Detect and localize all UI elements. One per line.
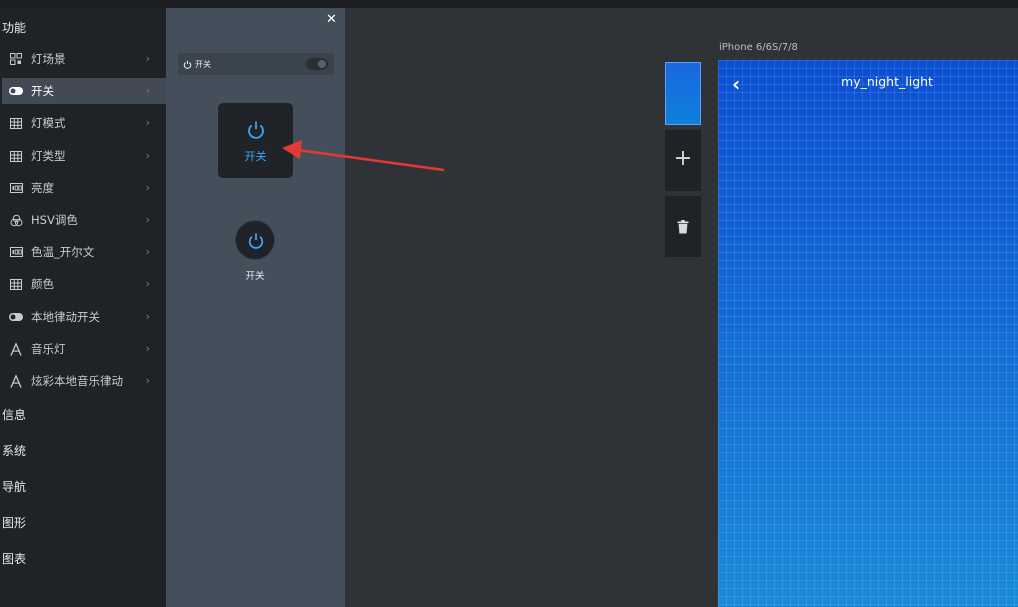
chevron-right-icon: ›: [145, 116, 150, 129]
power-icon: [248, 233, 264, 249]
plus-icon: +: [673, 146, 693, 171]
section-features-title[interactable]: 功能: [2, 19, 26, 36]
section-system-title[interactable]: 系统: [2, 442, 26, 459]
switch-toggle-component[interactable]: 开关: [178, 53, 334, 75]
power-icon: [183, 60, 192, 69]
device-label: iPhone 6/6S/7/8: [719, 42, 798, 53]
sidebar-item-local-rhythm[interactable]: 本地律动开关 ›: [2, 304, 166, 330]
sidebar-item-light-type[interactable]: 灯类型 ›: [2, 143, 166, 169]
toggle-icon: [9, 310, 23, 324]
component-panel: [166, 8, 345, 607]
delete-page-button[interactable]: [665, 196, 701, 257]
sidebar-item-label: 颜色: [31, 277, 54, 291]
sidebar-item-switch[interactable]: 开关 ›: [2, 78, 166, 104]
sidebar-item-hsv[interactable]: HSV调色 ›: [2, 207, 166, 233]
trash-icon: [677, 220, 689, 234]
power-icon: [248, 121, 264, 139]
switch-card-label: 开关: [244, 150, 267, 163]
sidebar-item-label: 灯模式: [31, 116, 66, 130]
section-navigation-title[interactable]: 导航: [2, 478, 26, 495]
toggle-switch[interactable]: [306, 58, 328, 70]
sidebar-item-label: 开关: [31, 84, 54, 98]
table-grid-icon: [9, 149, 23, 163]
sidebar-item-label: 亮度: [31, 181, 54, 195]
sidebar-item-label: 炫彩本地音乐律动: [31, 374, 123, 388]
close-panel-button[interactable]: ✕: [326, 12, 337, 27]
toggle-icon: [9, 84, 23, 98]
chevron-right-icon: ›: [145, 245, 150, 258]
sidebar-item-label: 本地律动开关: [31, 310, 100, 324]
section-charts-title[interactable]: 图表: [2, 550, 26, 567]
sidebar-item-colorful-music-rhythm[interactable]: 炫彩本地音乐律动 ›: [2, 368, 166, 394]
sidebar-item-color[interactable]: 颜色 ›: [2, 271, 166, 297]
sidebar-item-label: HSV调色: [31, 213, 78, 227]
page-thumbnail[interactable]: [665, 62, 701, 125]
chevron-right-icon: ›: [145, 342, 150, 355]
switch-toggle-label: 开关: [195, 59, 211, 69]
chevron-right-icon: ›: [145, 310, 150, 323]
add-page-button[interactable]: +: [665, 130, 701, 191]
letter-a-icon: [9, 342, 23, 356]
color-circles-icon: [9, 213, 23, 227]
sidebar-item-color-temp[interactable]: 色温_开尔文 ›: [2, 239, 166, 265]
chevron-right-icon: ›: [145, 84, 150, 97]
chevron-right-icon: ›: [145, 52, 150, 65]
chevron-right-icon: ›: [145, 213, 150, 226]
sidebar-item-light-mode[interactable]: 灯模式 ›: [2, 110, 166, 136]
table-grid-icon: [9, 277, 23, 291]
sidebar-item-music-light[interactable]: 音乐灯 ›: [2, 336, 166, 362]
number-box-icon: [9, 181, 23, 195]
letter-a-icon: [9, 374, 23, 388]
sidebar-item-scene[interactable]: 灯场景 ›: [2, 46, 166, 72]
top-bar: [0, 0, 1018, 8]
sidebar-item-label: 灯类型: [31, 149, 66, 163]
section-shapes-title[interactable]: 图形: [2, 514, 26, 531]
table-grid-icon: [9, 116, 23, 130]
number-box-icon: [9, 245, 23, 259]
switch-card-button-component[interactable]: 开关: [218, 103, 293, 178]
page-title: my_night_light: [841, 74, 933, 89]
chevron-right-icon: ›: [145, 374, 150, 387]
grid-apps-icon: [9, 52, 23, 66]
sidebar-item-label: 音乐灯: [31, 342, 66, 356]
chevron-right-icon: ›: [145, 149, 150, 162]
switch-round-label: 开关: [245, 271, 265, 282]
section-info-title[interactable]: 信息: [2, 406, 26, 423]
sidebar-item-label: 色温_开尔文: [31, 245, 95, 259]
phone-preview[interactable]: ‹ my_night_light: [718, 60, 1018, 607]
sidebar-item-brightness[interactable]: 亮度 ›: [2, 175, 166, 201]
chevron-right-icon: ›: [145, 277, 150, 290]
sidebar-item-label: 灯场景: [31, 52, 66, 66]
chevron-right-icon: ›: [145, 181, 150, 194]
switch-round-button-component[interactable]: [235, 220, 275, 260]
